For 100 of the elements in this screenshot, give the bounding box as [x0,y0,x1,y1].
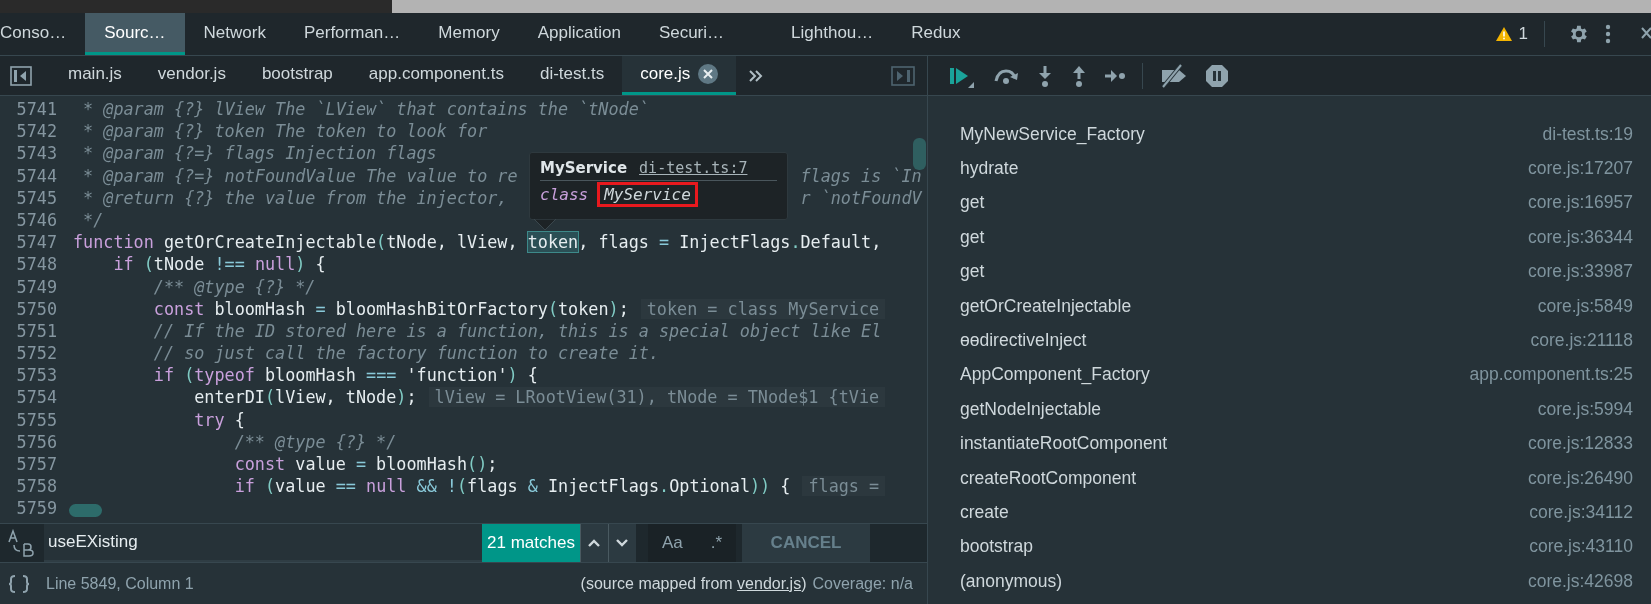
line-number: 5753 [15,364,57,387]
code-token: = [355,454,366,474]
code-token: ; [406,387,417,408]
code-token: flags is `In [800,164,922,187]
pretty-print-icon[interactable] [8,574,30,594]
code-token: * @return {?} the value from the injector, [82,187,508,208]
code-token: getOrCreateInjectable [162,232,377,253]
sidebar-toggle-icon[interactable] [891,65,915,86]
warning-icon[interactable] [1494,26,1513,42]
code-token: ( [264,387,276,408]
code-token: ( [376,232,387,253]
match-case-button[interactable]: Aa [647,524,697,562]
code-token: value [294,454,347,474]
replace-toggle-icon[interactable] [6,529,36,557]
source-mapped-note: (source mapped from vendor.js) [580,575,807,593]
code-token: bloomHash [213,298,307,319]
sidebar-toggle-icon[interactable] [10,65,32,86]
panel-tab[interactable]: Redux [892,13,980,55]
code-token: * @param {?} lView The `LView` that contains the `tNode` [82,99,649,119]
search-field[interactable]: useEXisting [44,524,482,562]
function-name: create [960,502,1009,523]
frame-location: di-test.ts:19 [1542,123,1633,145]
code-token: == [335,476,356,497]
code-token: ) [295,254,306,275]
call-frame[interactable]: createRootComponent core.js:26490 [928,460,1651,496]
call-frame[interactable]: get core.js:16957 [928,185,1651,221]
frame-location: app.component.ts:25 [1469,364,1633,386]
code-token: r `notFoundV [800,186,922,209]
file-tab[interactable]: di-test.ts [521,56,623,95]
code-token: * @param {?=} notFoundValue The value to re [82,165,518,186]
inline-value-hint: flags = [802,476,886,497]
panel-tab[interactable]: Securi… [639,13,773,55]
more-icon[interactable] [1605,24,1611,44]
code-token: tNode, lView, [386,232,519,253]
call-frame[interactable]: instantiateRootComponent core.js:12833 [928,426,1651,461]
call-frame[interactable]: hydrate core.js:17207 [928,151,1651,186]
code-token: null [365,476,407,497]
file-tab[interactable]: core.js [622,56,737,95]
code-token: bloomHash [264,365,357,386]
match-count: 21 matches [482,524,580,562]
warning-count: 1 [1518,24,1528,44]
pause-on-exceptions-icon[interactable] [1205,63,1229,88]
regex-button[interactable]: .* [696,524,737,562]
code-token: tNode [153,254,206,275]
panel-tab[interactable]: Performan… [284,13,420,55]
line-number: 5759 [15,497,57,520]
call-frame[interactable]: getNodeInjectable core.js:5994 [928,392,1651,427]
previous-match-button[interactable] [579,524,608,562]
cursor-position: Line 5849, Column 1 [46,575,194,593]
code-token: */ [82,209,104,230]
call-frame[interactable]: ɵɵdirectiveInject core.js:21118 [928,323,1651,358]
call-frame[interactable]: getOrCreateInjectable core.js:5849 [928,288,1651,324]
call-frame[interactable]: MyNewService_Factory di-test.ts:19 [928,117,1651,152]
code-token: ) [608,298,619,319]
step-icon[interactable] [1104,67,1126,84]
code-token: value [275,476,327,497]
file-tab[interactable]: main.js [50,56,140,95]
line-number: 5752 [15,342,57,365]
panel-tab[interactable]: Conso… [0,13,86,55]
source-link[interactable]: di-test.ts:7 [639,159,748,177]
line-number: 5748 [15,253,57,276]
code-token: flags [467,476,519,497]
code-token: InjectFlags [678,232,791,253]
call-frame[interactable]: AppComponent_Factory app.component.ts:25 [928,357,1651,393]
call-frame[interactable]: (anonymous) core.js:42698 [928,564,1651,599]
panel-tab[interactable]: Lighthou… [772,13,893,55]
code-token: const [233,454,286,474]
function-name: getNodeInjectable [960,398,1102,420]
panel-tab[interactable]: Memory [419,13,519,55]
code-token: * @param {?=} flags Injection flags [82,143,437,164]
code-token: ) [396,387,407,408]
panel-tab[interactable]: Sourc… [85,13,185,55]
close-icon[interactable] [698,64,719,84]
panel-tab[interactable]: Network [184,13,285,55]
code-token: { [233,409,245,430]
code-token: function [73,232,154,253]
step-out-icon[interactable] [1070,64,1088,87]
call-frame[interactable]: create core.js:34112 [928,495,1651,530]
function-name: AppComponent_Factory [960,364,1150,386]
function-name: instantiateRootComponent [960,433,1168,455]
file-tab[interactable]: vendor.js [139,56,244,95]
code-token: = [659,232,670,253]
code-token: () [467,454,488,474]
call-frame[interactable]: bootstrap core.js:43110 [928,529,1651,565]
next-match-button[interactable] [607,524,636,562]
scrollbar-thumb[interactable] [69,504,102,517]
call-frame[interactable]: get core.js:36344 [928,220,1651,255]
file-tab[interactable]: app.component.ts [350,56,522,95]
line-number: 5758 [15,475,57,498]
chevron-down-icon [615,538,630,548]
file-tab[interactable]: bootstrap [243,56,351,95]
call-frame[interactable]: get core.js:33987 [928,254,1651,289]
function-name: (anonymous) [960,570,1063,592]
code-token: ( [263,476,276,497]
code-token: if [233,476,255,497]
vendor-link[interactable]: vendor.js [737,575,802,592]
panel-tab[interactable]: Application [518,13,640,55]
chevron-icon[interactable] [748,68,765,83]
line-number: 5746 [15,208,57,232]
code-token: . [790,232,801,253]
